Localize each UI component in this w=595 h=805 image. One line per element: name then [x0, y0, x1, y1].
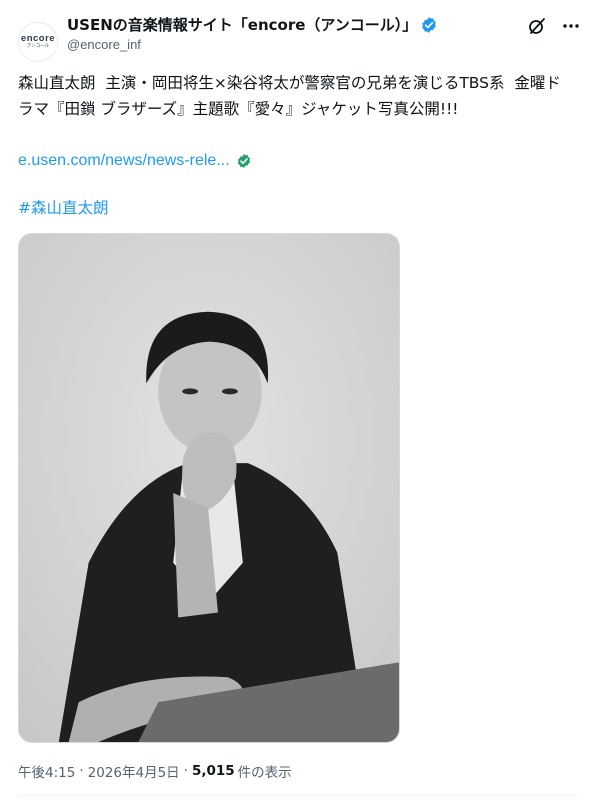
hashtag-link[interactable]: #森山直太朗 [18, 195, 109, 221]
link-check-icon [237, 154, 250, 168]
divider [18, 795, 577, 796]
more-icon[interactable] [561, 16, 581, 36]
tweet-photo[interactable] [18, 233, 400, 743]
tweet-time[interactable]: 午後4:15 [18, 761, 75, 781]
news-link[interactable]: e.usen.com/news/news-rele... [18, 148, 230, 174]
tweet-date[interactable]: 2026年4月5日 [88, 761, 180, 781]
views-count: 5,015 [191, 763, 235, 779]
verified-icon [422, 17, 437, 33]
avatar-brand-subtext: アンコール [26, 44, 50, 49]
avatar-brand-text: encore [20, 33, 56, 44]
account-name-text[interactable]: USENの音楽情報サイト「encore（アンコール）」 [67, 15, 417, 35]
tweet-meta: 午後4:15 · 2026年4月5日 · 5,015 件の表示 [18, 761, 292, 781]
views-label: 件の表示 [237, 765, 292, 781]
account-handle[interactable]: @encore_inf [67, 37, 141, 52]
tweet-text: 森山直太朗 主演・岡田将生×染谷将太が警察官の兄弟を演じるTBS系 金曜ドラマ『… [18, 74, 561, 118]
account-name[interactable]: USENの音楽情報サイト「encore（アンコール）」 [67, 15, 438, 35]
grok-icon[interactable] [527, 16, 547, 36]
avatar[interactable]: encore アンコール [18, 22, 58, 62]
